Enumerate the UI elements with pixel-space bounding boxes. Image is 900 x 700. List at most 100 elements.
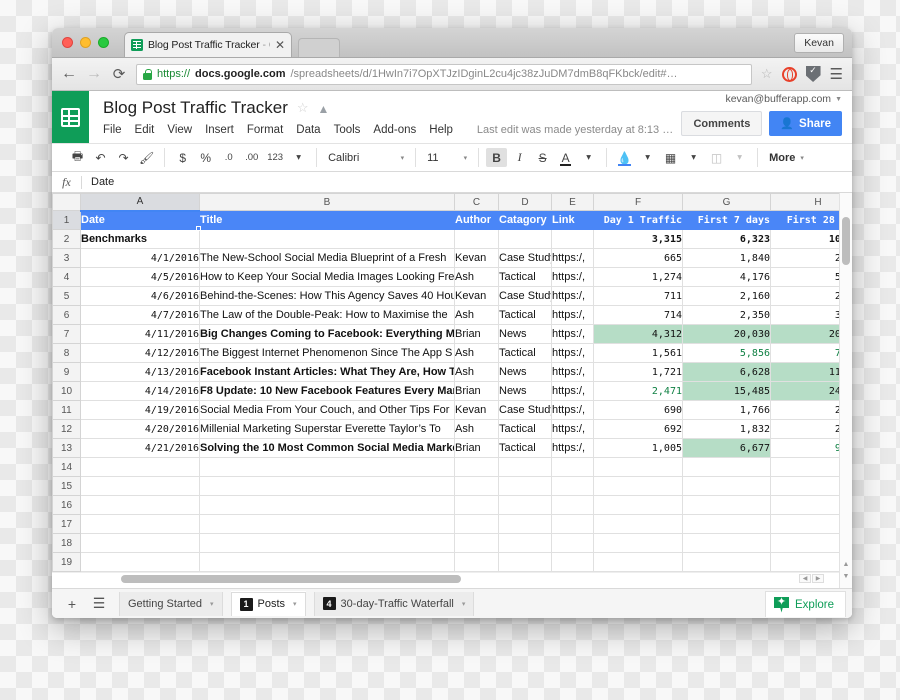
more-button[interactable]: More ▾ (765, 148, 808, 167)
table-cell[interactable]: 20,969 (770, 324, 839, 344)
table-cell[interactable]: The New-School Social Media Blueprint of… (199, 248, 455, 268)
table-cell[interactable] (454, 552, 499, 572)
table-cell[interactable] (551, 533, 594, 553)
table-row[interactable]: 11 4/19/2016 Social Media From Your Couch,… (52, 400, 839, 420)
table-cell[interactable]: Brian (454, 438, 499, 458)
table-cell[interactable]: Tactical (498, 305, 552, 325)
table-cell[interactable]: Tactical (498, 343, 552, 363)
table-cell[interactable] (454, 495, 499, 515)
italic-button[interactable]: I (509, 148, 530, 167)
undo-icon[interactable]: ↶ (90, 148, 111, 167)
row-header[interactable]: 13 (52, 438, 81, 458)
decrease-decimal-button[interactable]: .0 (218, 148, 239, 167)
select-all-corner[interactable] (52, 193, 81, 211)
url-input[interactable]: https:// docs.google.com/spreadsheets/d/1… (136, 63, 752, 85)
table-cell[interactable]: Facebook Instant Articles: What They Are… (199, 362, 455, 382)
table-cell[interactable] (199, 229, 455, 249)
table-cell[interactable]: 3,315 (593, 229, 683, 249)
menu-add-ons[interactable]: Add-ons (373, 124, 416, 136)
table-cell[interactable]: Ash (454, 343, 499, 363)
table-row[interactable]: 6 4/7/2016 The Law of the Double-Peak: How… (52, 305, 839, 325)
minimize-window-button[interactable] (80, 37, 91, 48)
table-cell[interactable]: 6,677 (682, 438, 771, 458)
table-cell[interactable]: 690 (593, 400, 683, 420)
table-cell[interactable]: 4/20/2016 (80, 419, 200, 439)
table-cell[interactable] (498, 229, 552, 249)
column-header-h[interactable]: H (770, 193, 839, 211)
table-cell[interactable]: 2,444 (770, 419, 839, 439)
row-header[interactable]: 3 (52, 248, 81, 268)
strikethrough-button[interactable]: S (532, 148, 553, 167)
browser-profile-button[interactable]: Kevan (794, 33, 844, 53)
menu-help[interactable]: Help (429, 124, 453, 136)
column-header-f[interactable]: F (593, 193, 683, 211)
table-cell[interactable]: 4/7/2016 (80, 305, 200, 325)
print-icon[interactable]: 🖶 (67, 148, 88, 167)
menu-file[interactable]: File (103, 124, 122, 136)
table-cell[interactable]: First 28 days (770, 210, 839, 230)
table-cell[interactable] (682, 533, 771, 553)
table-cell[interactable]: 4,312 (593, 324, 683, 344)
table-cell[interactable] (498, 476, 552, 496)
column-header-b[interactable]: B (199, 193, 455, 211)
more-formats-button[interactable]: 123 (264, 148, 286, 167)
scroll-down-icon[interactable]: ▼ (840, 573, 852, 580)
table-cell[interactable]: 2,635 (770, 286, 839, 306)
table-cell[interactable]: Solving the 10 Most Common Social Media … (199, 438, 455, 458)
table-cell[interactable]: 2,160 (682, 286, 771, 306)
table-cell[interactable]: https:/, (551, 324, 594, 344)
table-cell[interactable]: Tactical (498, 267, 552, 287)
table-row[interactable]: 10 4/14/2016 F8 Update: 10 New Facebook Fe… (52, 381, 839, 401)
row-header[interactable]: 6 (52, 305, 81, 325)
page-title[interactable]: Blog Post Traffic Tracker (103, 98, 288, 118)
table-cell[interactable]: Millenial Marketing Superstar Everette T… (199, 419, 455, 439)
table-cell[interactable] (770, 514, 839, 534)
table-cell[interactable]: Link (551, 210, 594, 230)
table-cell[interactable]: Benchmarks (80, 229, 200, 249)
table-cell[interactable]: Author (454, 210, 499, 230)
table-cell[interactable] (454, 533, 499, 553)
account-switcher[interactable]: kevan@bufferapp.com ▼ (725, 93, 842, 105)
increase-decimal-button[interactable]: .00 (241, 148, 262, 167)
table-cell[interactable]: Day 1 Traffic (593, 210, 683, 230)
sheet-tab-posts[interactable]: 1 Posts ▾ (230, 591, 306, 616)
table-cell[interactable]: 2,175 (770, 400, 839, 420)
table-cell[interactable] (593, 552, 683, 572)
table-cell[interactable] (454, 476, 499, 496)
table-cell[interactable]: https:/, (551, 248, 594, 268)
table-cell[interactable]: https:/, (551, 267, 594, 287)
table-cell[interactable] (498, 552, 552, 572)
menu-data[interactable]: Data (296, 124, 320, 136)
table-cell[interactable] (770, 552, 839, 572)
table-cell[interactable]: 1,721 (593, 362, 683, 382)
table-row[interactable]: 3 4/1/2016 The New-School Social Media Blu… (52, 248, 839, 268)
row-header[interactable]: 18 (52, 533, 81, 553)
table-cell[interactable] (770, 495, 839, 515)
table-cell[interactable] (80, 476, 200, 496)
table-cell[interactable]: 4/14/2016 (80, 381, 200, 401)
table-cell[interactable]: Behind-the-Scenes: How This Agency Saves… (199, 286, 455, 306)
formula-bar[interactable]: fx Date (52, 172, 852, 193)
table-cell[interactable]: https:/, (551, 381, 594, 401)
selection-anchor-handle[interactable] (196, 226, 201, 231)
table-cell[interactable]: Case Study (498, 248, 552, 268)
table-cell[interactable]: Social Media From Your Couch, and Other … (199, 400, 455, 420)
table-cell[interactable]: Ash (454, 419, 499, 439)
table-cell[interactable]: The Biggest Internet Phenomenon Since Th… (199, 343, 455, 363)
all-sheets-icon[interactable]: ☰ (87, 593, 111, 615)
table-cell[interactable]: Case Study (498, 286, 552, 306)
table-cell[interactable]: News (498, 381, 552, 401)
chevron-down-icon[interactable]: ▾ (578, 148, 599, 167)
row-header[interactable]: 2 (52, 229, 81, 249)
table-cell[interactable] (498, 495, 552, 515)
table-cell[interactable]: 2,350 (682, 305, 771, 325)
table-cell[interactable]: Case Study (498, 400, 552, 420)
horizontal-scroll-track[interactable] (81, 574, 797, 583)
table-cell[interactable]: 5,856 (682, 343, 771, 363)
row-header[interactable]: 5 (52, 286, 81, 306)
table-cell[interactable]: 15,485 (682, 381, 771, 401)
table-cell[interactable] (80, 495, 200, 515)
table-cell[interactable]: https:/, (551, 343, 594, 363)
formula-input[interactable]: Date (82, 176, 114, 188)
table-cell[interactable]: 1,274 (593, 267, 683, 287)
